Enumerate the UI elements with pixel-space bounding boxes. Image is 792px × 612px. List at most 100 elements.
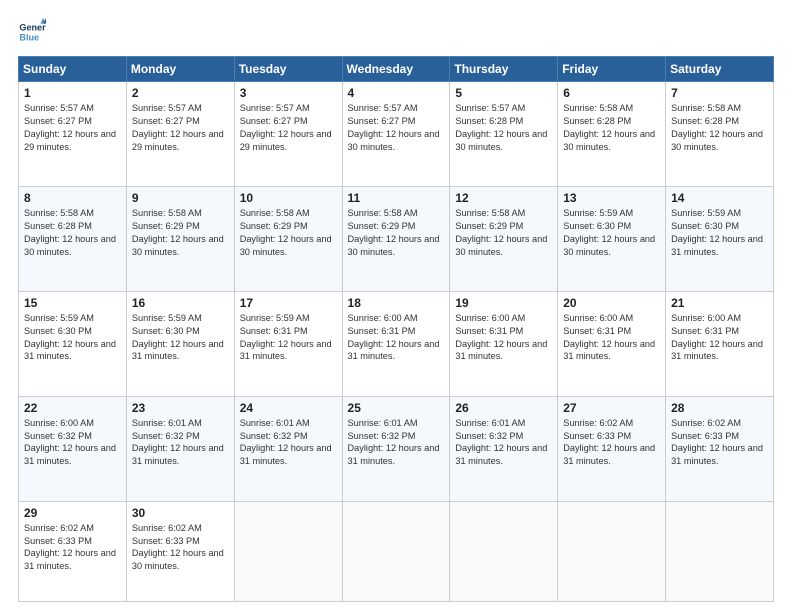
table-row bbox=[666, 501, 774, 601]
cell-info: Sunrise: 6:01 AM Sunset: 6:32 PM Dayligh… bbox=[348, 417, 445, 469]
table-row: 13 Sunrise: 5:59 AM Sunset: 6:30 PM Dayl… bbox=[558, 186, 666, 291]
day-number: 26 bbox=[455, 401, 552, 415]
col-saturday: Saturday bbox=[666, 57, 774, 82]
table-row: 26 Sunrise: 6:01 AM Sunset: 6:32 PM Dayl… bbox=[450, 396, 558, 501]
day-number: 10 bbox=[240, 191, 337, 205]
day-number: 2 bbox=[132, 86, 229, 100]
table-row: 7 Sunrise: 5:58 AM Sunset: 6:28 PM Dayli… bbox=[666, 82, 774, 187]
day-number: 7 bbox=[671, 86, 768, 100]
cell-info: Sunrise: 5:57 AM Sunset: 6:27 PM Dayligh… bbox=[132, 102, 229, 154]
table-row: 12 Sunrise: 5:58 AM Sunset: 6:29 PM Dayl… bbox=[450, 186, 558, 291]
cell-info: Sunrise: 5:58 AM Sunset: 6:28 PM Dayligh… bbox=[24, 207, 121, 259]
cell-info: Sunrise: 6:00 AM Sunset: 6:31 PM Dayligh… bbox=[348, 312, 445, 364]
col-tuesday: Tuesday bbox=[234, 57, 342, 82]
logo-icon: General Blue bbox=[18, 18, 46, 46]
day-number: 1 bbox=[24, 86, 121, 100]
day-number: 9 bbox=[132, 191, 229, 205]
table-row bbox=[558, 501, 666, 601]
day-number: 29 bbox=[24, 506, 121, 520]
table-row: 10 Sunrise: 5:58 AM Sunset: 6:29 PM Dayl… bbox=[234, 186, 342, 291]
table-row: 25 Sunrise: 6:01 AM Sunset: 6:32 PM Dayl… bbox=[342, 396, 450, 501]
day-number: 6 bbox=[563, 86, 660, 100]
table-row: 4 Sunrise: 5:57 AM Sunset: 6:27 PM Dayli… bbox=[342, 82, 450, 187]
day-number: 28 bbox=[671, 401, 768, 415]
day-number: 16 bbox=[132, 296, 229, 310]
cell-info: Sunrise: 5:58 AM Sunset: 6:29 PM Dayligh… bbox=[132, 207, 229, 259]
day-number: 27 bbox=[563, 401, 660, 415]
svg-text:General: General bbox=[19, 23, 46, 33]
day-number: 20 bbox=[563, 296, 660, 310]
day-number: 12 bbox=[455, 191, 552, 205]
cell-info: Sunrise: 6:00 AM Sunset: 6:31 PM Dayligh… bbox=[563, 312, 660, 364]
calendar-table: Sunday Monday Tuesday Wednesday Thursday… bbox=[18, 56, 774, 602]
cell-info: Sunrise: 6:00 AM Sunset: 6:32 PM Dayligh… bbox=[24, 417, 121, 469]
table-row: 23 Sunrise: 6:01 AM Sunset: 6:32 PM Dayl… bbox=[126, 396, 234, 501]
table-row bbox=[234, 501, 342, 601]
cell-info: Sunrise: 5:57 AM Sunset: 6:27 PM Dayligh… bbox=[24, 102, 121, 154]
table-row: 3 Sunrise: 5:57 AM Sunset: 6:27 PM Dayli… bbox=[234, 82, 342, 187]
cell-info: Sunrise: 6:02 AM Sunset: 6:33 PM Dayligh… bbox=[563, 417, 660, 469]
cell-info: Sunrise: 5:59 AM Sunset: 6:30 PM Dayligh… bbox=[24, 312, 121, 364]
cell-info: Sunrise: 6:01 AM Sunset: 6:32 PM Dayligh… bbox=[455, 417, 552, 469]
cell-info: Sunrise: 5:58 AM Sunset: 6:29 PM Dayligh… bbox=[240, 207, 337, 259]
cell-info: Sunrise: 6:01 AM Sunset: 6:32 PM Dayligh… bbox=[240, 417, 337, 469]
table-row: 18 Sunrise: 6:00 AM Sunset: 6:31 PM Dayl… bbox=[342, 291, 450, 396]
table-row: 30 Sunrise: 6:02 AM Sunset: 6:33 PM Dayl… bbox=[126, 501, 234, 601]
day-number: 8 bbox=[24, 191, 121, 205]
day-number: 17 bbox=[240, 296, 337, 310]
col-wednesday: Wednesday bbox=[342, 57, 450, 82]
day-number: 5 bbox=[455, 86, 552, 100]
cell-info: Sunrise: 5:59 AM Sunset: 6:30 PM Dayligh… bbox=[563, 207, 660, 259]
day-number: 21 bbox=[671, 296, 768, 310]
table-row: 9 Sunrise: 5:58 AM Sunset: 6:29 PM Dayli… bbox=[126, 186, 234, 291]
svg-text:Blue: Blue bbox=[19, 32, 39, 42]
table-row: 17 Sunrise: 5:59 AM Sunset: 6:31 PM Dayl… bbox=[234, 291, 342, 396]
table-row: 8 Sunrise: 5:58 AM Sunset: 6:28 PM Dayli… bbox=[19, 186, 127, 291]
table-row: 16 Sunrise: 5:59 AM Sunset: 6:30 PM Dayl… bbox=[126, 291, 234, 396]
cell-info: Sunrise: 5:57 AM Sunset: 6:28 PM Dayligh… bbox=[455, 102, 552, 154]
table-row: 14 Sunrise: 5:59 AM Sunset: 6:30 PM Dayl… bbox=[666, 186, 774, 291]
day-number: 25 bbox=[348, 401, 445, 415]
cell-info: Sunrise: 5:57 AM Sunset: 6:27 PM Dayligh… bbox=[348, 102, 445, 154]
day-number: 22 bbox=[24, 401, 121, 415]
table-row: 19 Sunrise: 6:00 AM Sunset: 6:31 PM Dayl… bbox=[450, 291, 558, 396]
day-number: 18 bbox=[348, 296, 445, 310]
table-row: 6 Sunrise: 5:58 AM Sunset: 6:28 PM Dayli… bbox=[558, 82, 666, 187]
logo: General Blue bbox=[18, 18, 50, 46]
day-number: 15 bbox=[24, 296, 121, 310]
col-monday: Monday bbox=[126, 57, 234, 82]
table-row: 22 Sunrise: 6:00 AM Sunset: 6:32 PM Dayl… bbox=[19, 396, 127, 501]
table-row: 24 Sunrise: 6:01 AM Sunset: 6:32 PM Dayl… bbox=[234, 396, 342, 501]
day-number: 4 bbox=[348, 86, 445, 100]
page-header: General Blue bbox=[18, 18, 774, 46]
table-row: 27 Sunrise: 6:02 AM Sunset: 6:33 PM Dayl… bbox=[558, 396, 666, 501]
calendar-page: General Blue Sunday Monday Tuesday Wedne… bbox=[0, 0, 792, 612]
table-row bbox=[450, 501, 558, 601]
cell-info: Sunrise: 6:00 AM Sunset: 6:31 PM Dayligh… bbox=[455, 312, 552, 364]
cell-info: Sunrise: 5:58 AM Sunset: 6:28 PM Dayligh… bbox=[563, 102, 660, 154]
day-number: 11 bbox=[348, 191, 445, 205]
table-row: 11 Sunrise: 5:58 AM Sunset: 6:29 PM Dayl… bbox=[342, 186, 450, 291]
table-row: 15 Sunrise: 5:59 AM Sunset: 6:30 PM Dayl… bbox=[19, 291, 127, 396]
day-number: 13 bbox=[563, 191, 660, 205]
day-number: 30 bbox=[132, 506, 229, 520]
calendar-header-row: Sunday Monday Tuesday Wednesday Thursday… bbox=[19, 57, 774, 82]
table-row: 21 Sunrise: 6:00 AM Sunset: 6:31 PM Dayl… bbox=[666, 291, 774, 396]
cell-info: Sunrise: 5:58 AM Sunset: 6:29 PM Dayligh… bbox=[455, 207, 552, 259]
day-number: 23 bbox=[132, 401, 229, 415]
cell-info: Sunrise: 5:58 AM Sunset: 6:28 PM Dayligh… bbox=[671, 102, 768, 154]
cell-info: Sunrise: 5:59 AM Sunset: 6:30 PM Dayligh… bbox=[132, 312, 229, 364]
day-number: 19 bbox=[455, 296, 552, 310]
table-row: 5 Sunrise: 5:57 AM Sunset: 6:28 PM Dayli… bbox=[450, 82, 558, 187]
cell-info: Sunrise: 6:02 AM Sunset: 6:33 PM Dayligh… bbox=[132, 522, 229, 574]
col-thursday: Thursday bbox=[450, 57, 558, 82]
cell-info: Sunrise: 6:01 AM Sunset: 6:32 PM Dayligh… bbox=[132, 417, 229, 469]
cell-info: Sunrise: 6:02 AM Sunset: 6:33 PM Dayligh… bbox=[24, 522, 121, 574]
table-row: 28 Sunrise: 6:02 AM Sunset: 6:33 PM Dayl… bbox=[666, 396, 774, 501]
cell-info: Sunrise: 6:00 AM Sunset: 6:31 PM Dayligh… bbox=[671, 312, 768, 364]
cell-info: Sunrise: 6:02 AM Sunset: 6:33 PM Dayligh… bbox=[671, 417, 768, 469]
day-number: 24 bbox=[240, 401, 337, 415]
cell-info: Sunrise: 5:59 AM Sunset: 6:30 PM Dayligh… bbox=[671, 207, 768, 259]
table-row bbox=[342, 501, 450, 601]
cell-info: Sunrise: 5:57 AM Sunset: 6:27 PM Dayligh… bbox=[240, 102, 337, 154]
